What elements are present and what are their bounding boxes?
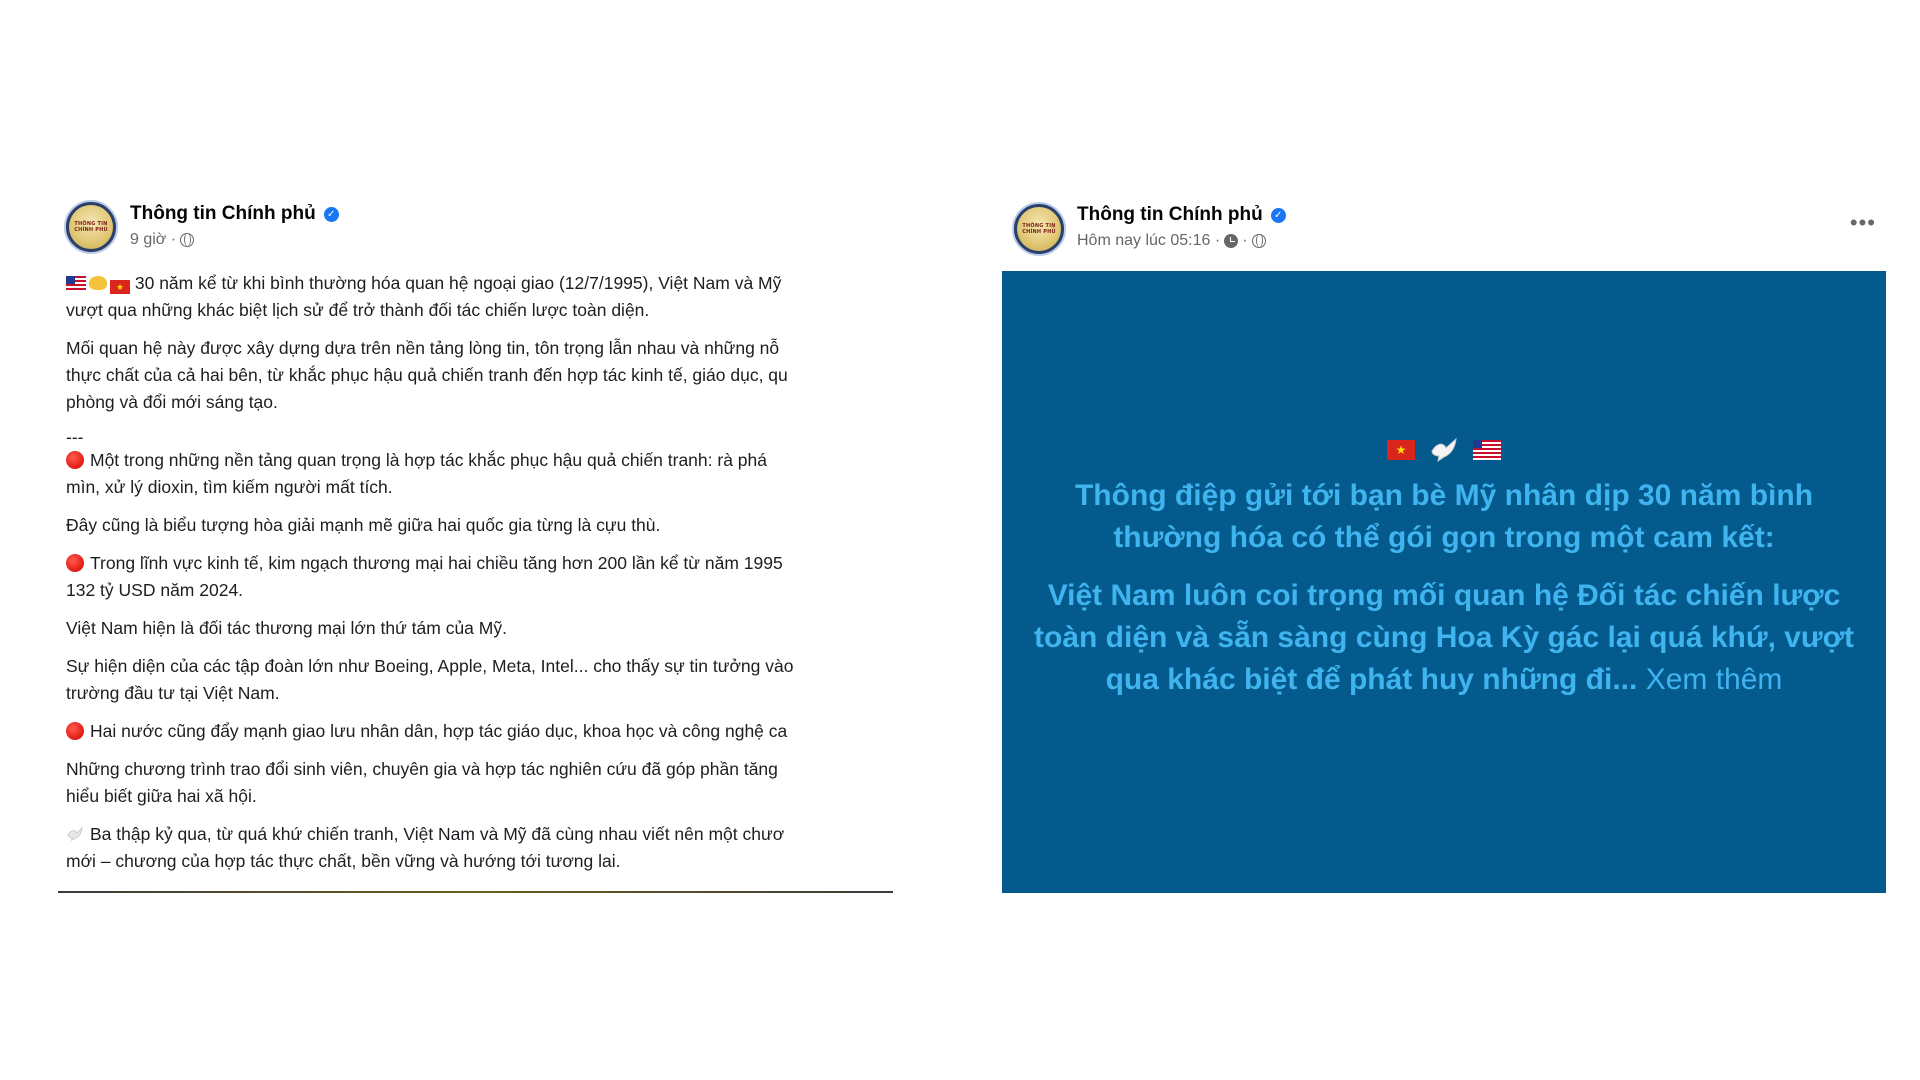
see-more-link[interactable]: Xem thêm [1646, 663, 1783, 696]
emoji-row: ★ [1387, 435, 1501, 465]
text-line: thực chất của cả hai bên, từ khắc phục h… [66, 365, 788, 385]
card-paragraph-2: Việt Nam luôn coi trọng mối quan hệ Đối … [1034, 575, 1854, 701]
post-header: THÔNG TIN CHÍNH PHỦ Thông tin Chính phủ … [1002, 196, 1886, 266]
post-right: THÔNG TIN CHÍNH PHỦ Thông tin Chính phủ … [1002, 196, 1886, 893]
post-time[interactable]: 9 giờ · [130, 231, 176, 249]
author-name[interactable]: Thông tin Chính phủ [1077, 204, 1263, 226]
vietnam-flag-icon: ★ [1387, 440, 1415, 460]
post-time[interactable]: Hôm nay lúc 05:16 · [1077, 232, 1220, 250]
page-avatar[interactable]: THÔNG TIN CHÍNH PHỦ [64, 200, 118, 254]
separator-text: --- [66, 427, 84, 447]
more-options-icon[interactable]: ••• [1850, 210, 1876, 236]
dove-icon [1431, 437, 1457, 463]
post-meta: 9 giờ · [130, 231, 195, 249]
text-line: Sự hiện diện của các tập đoàn lớn như Bo… [66, 656, 794, 676]
text-line: ★ 30 năm kể từ khi bình thường hóa quan … [66, 270, 893, 297]
red-circle-icon [66, 554, 84, 572]
red-circle-icon [66, 722, 84, 740]
clock-icon [1224, 234, 1239, 248]
post-meta: Hôm nay lúc 05:16 · · [1077, 232, 1266, 250]
text-line-content: Ba thập kỷ qua, từ quá khứ chiến tranh, … [90, 824, 785, 844]
text-line: Ba thập kỷ qua, từ quá khứ chiến tranh, … [66, 821, 893, 848]
text-line-content: Hai nước cũng đẩy mạnh giao lưu nhân dân… [90, 721, 788, 741]
text-line-content: Một trong những nền tảng quan trọng là h… [90, 450, 767, 470]
text-line: Đây cũng là biểu tượng hòa giải mạnh mẽ … [66, 515, 661, 535]
avatar-logo-text: THÔNG TIN CHÍNH PHỦ [74, 221, 108, 233]
text-line: phòng và đổi mới sáng tạo. [66, 392, 278, 412]
author-name-row[interactable]: Thông tin Chính phủ ✓ [1077, 204, 1286, 226]
verified-badge-icon: ✓ [1270, 207, 1286, 223]
avatar-logo-text: THÔNG TIN CHÍNH PHỦ [1022, 223, 1056, 235]
text-line: hiểu biết giữa hai xã hội. [66, 786, 257, 806]
text-line-content: Trong lĩnh vực kinh tế, kim ngạch thương… [90, 553, 783, 573]
globe-icon [180, 233, 195, 247]
text-line: Việt Nam hiện là đối tác thương mại lớn … [66, 618, 507, 638]
text-line: 132 tỷ USD năm 2024. [66, 580, 244, 600]
author-name-row[interactable]: Thông tin Chính phủ ✓ [130, 203, 339, 225]
handshake-icon [89, 276, 107, 290]
text-line: mìn, xử lý dioxin, tìm kiếm người mất tí… [66, 477, 393, 497]
post-text: ★ 30 năm kể từ khi bình thường hóa quan … [66, 270, 893, 875]
verified-badge-icon: ✓ [323, 206, 339, 222]
text-line: Mối quan hệ này được xây dựng dựa trên n… [66, 338, 780, 358]
card-message: Thông điệp gửi tới bạn bè Mỹ nhân dịp 30… [1034, 475, 1854, 701]
post-left: THÔNG TIN CHÍNH PHỦ Thông tin Chính phủ … [58, 196, 893, 893]
avatar-logo: THÔNG TIN CHÍNH PHỦ [69, 205, 113, 249]
text-line: Một trong những nền tảng quan trọng là h… [66, 447, 893, 474]
post-header: THÔNG TIN CHÍNH PHỦ Thông tin Chính phủ … [58, 196, 893, 266]
red-circle-icon [66, 451, 84, 469]
text-background-card: ★ Thông điệp gửi tới bạn bè Mỹ nhân dịp … [1002, 271, 1886, 893]
avatar-logo: THÔNG TIN CHÍNH PHỦ [1017, 207, 1061, 251]
card-paragraph-1: Thông điệp gửi tới bạn bè Mỹ nhân dịp 30… [1074, 479, 1814, 554]
text-line: trường đầu tư tại Việt Nam. [66, 683, 280, 703]
author-name[interactable]: Thông tin Chính phủ [130, 203, 316, 225]
post-divider [58, 891, 893, 893]
page-avatar[interactable]: THÔNG TIN CHÍNH PHỦ [1012, 202, 1066, 256]
dove-icon [67, 826, 83, 841]
text-line: Hai nước cũng đẩy mạnh giao lưu nhân dân… [66, 718, 893, 745]
us-flag-icon [1473, 440, 1501, 460]
text-line: Những chương trình trao đổi sinh viên, c… [66, 759, 778, 779]
vietnam-flag-icon: ★ [110, 280, 130, 294]
text-line-content: 30 năm kể từ khi bình thường hóa quan hệ… [134, 273, 782, 293]
globe-icon [1251, 234, 1266, 248]
us-flag-icon [66, 276, 86, 290]
text-line: vượt qua những khác biệt lịch sử để trở … [66, 300, 650, 320]
text-line: mới – chương của hợp tác thực chất, bền … [66, 851, 621, 871]
text-line: Trong lĩnh vực kinh tế, kim ngạch thương… [66, 550, 893, 577]
